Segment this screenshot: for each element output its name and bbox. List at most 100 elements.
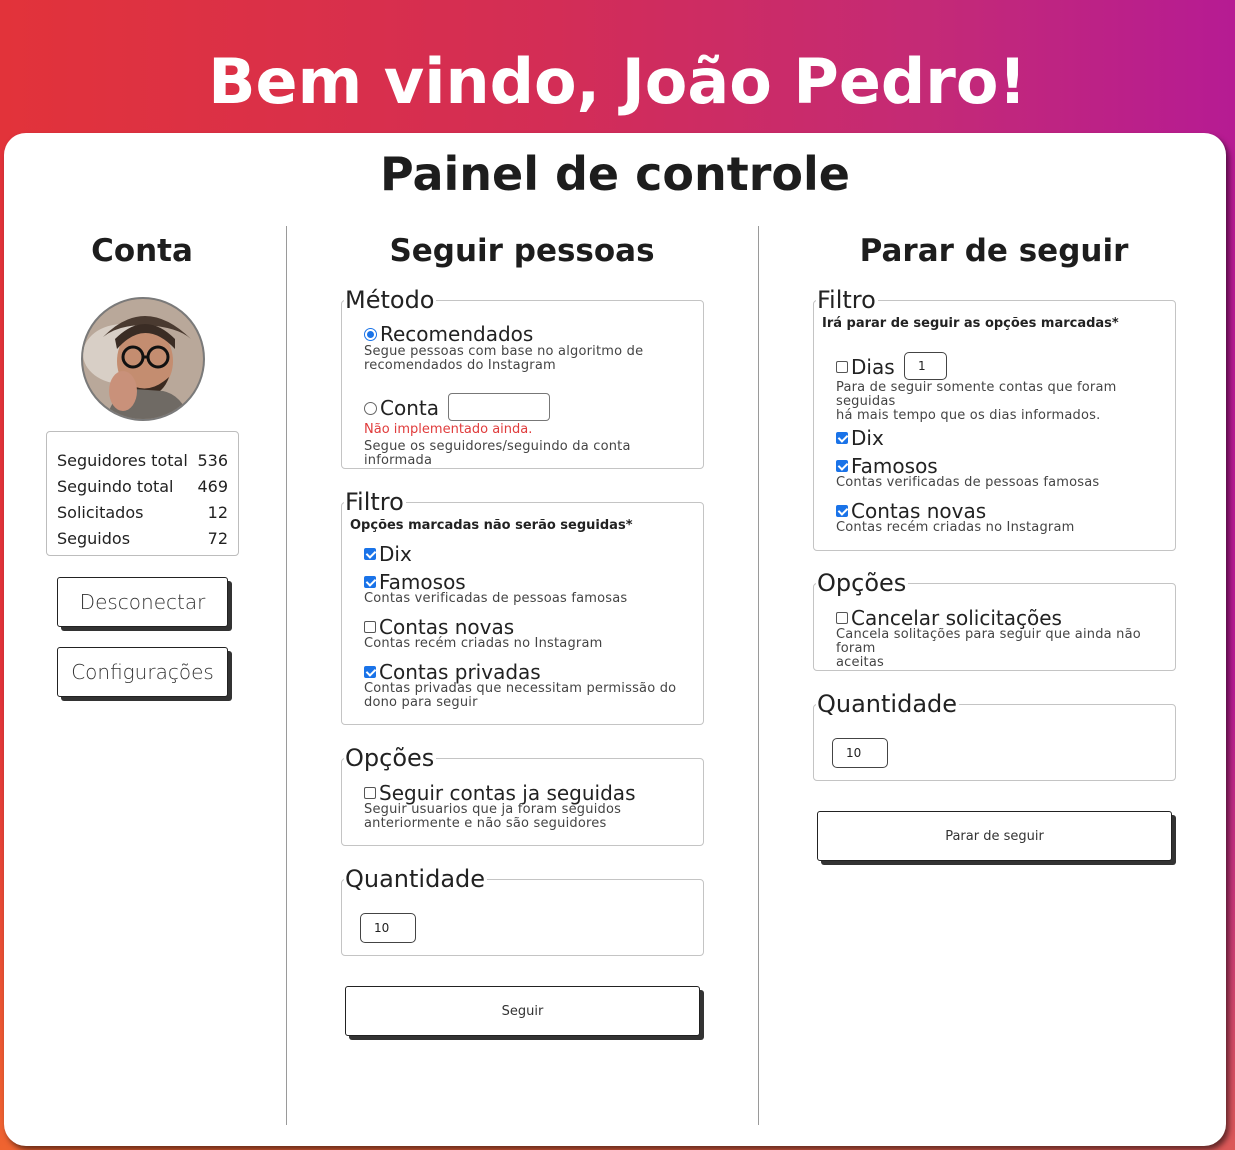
refollow-checkbox[interactable] [364, 787, 376, 799]
stat-row-followed: Seguidos 72 [57, 526, 228, 552]
recommended-radio[interactable] [364, 327, 377, 341]
unfollow-famous-option[interactable]: Famosos [836, 455, 938, 477]
follow-new-option[interactable]: Contas novas [364, 616, 514, 638]
follow-quantity-fieldset: Quantidade 10 [341, 864, 704, 956]
panel-title: Painel de controle [379, 147, 851, 201]
follow-private-option[interactable]: Contas privadas [364, 661, 541, 683]
follow-famous-label: Famosos [379, 570, 466, 594]
unfollow-new-checkbox[interactable] [836, 505, 848, 517]
description-line: dono para seguir [364, 695, 478, 710]
follow-famous-description: Contas verificadas de pessoas famosas [364, 591, 628, 606]
stat-value: 469 [197, 477, 228, 496]
column-divider-right [758, 226, 759, 1125]
refollow-description: Seguir usuarios que ja foram seguidos an… [364, 803, 621, 831]
cancel-requests-label: Cancelar solicitações [851, 606, 1062, 630]
cancel-requests-description: Cancela solitações para seguir que ainda… [836, 628, 1175, 670]
description-line: Seguir usuarios que ja foram seguidos [364, 802, 622, 817]
stat-label: Seguidores total [57, 451, 188, 470]
days-input[interactable]: 1 [904, 352, 947, 380]
avatar-image [83, 299, 203, 419]
description-line: Segue pessoas com base no algoritmo de [364, 344, 644, 359]
stat-row-followers: Seguidores total 536 [57, 448, 228, 474]
stat-label: Seguidos [57, 529, 131, 548]
description-line: Cancela solitações para seguir que ainda… [836, 627, 1141, 656]
unfollow-dix-label: Dix [851, 426, 884, 450]
days-option[interactable]: Dias [836, 356, 895, 378]
unfollow-quantity-fieldset: Quantidade 10 [813, 689, 1176, 781]
unfollow-famous-checkbox[interactable] [836, 460, 848, 472]
recommended-description: Segue pessoas com base no algoritmo de r… [364, 345, 643, 373]
account-description: Segue os seguidores/seguindo da conta in… [364, 439, 631, 468]
cancel-requests-checkbox[interactable] [836, 612, 848, 624]
follow-private-checkbox[interactable] [364, 666, 376, 678]
follow-filter-legend: Filtro [344, 487, 406, 517]
follow-new-label: Contas novas [379, 615, 515, 639]
account-input[interactable] [448, 393, 550, 421]
description-line: anteriormente e não são seguidores [364, 816, 607, 831]
unfollow-title: Parar de seguir [859, 233, 1129, 269]
follow-private-description: Contas privadas que necessitam permissão… [364, 682, 676, 710]
account-radio[interactable] [364, 401, 377, 415]
follow-private-label: Contas privadas [379, 660, 541, 684]
follow-quantity-legend: Quantidade [344, 864, 488, 894]
refollow-label: Seguir contas ja seguidas [379, 781, 636, 805]
avatar [81, 297, 205, 421]
stat-value: 536 [197, 451, 228, 470]
follow-new-description: Contas recém criadas no Instagram [364, 636, 603, 651]
recommended-label: Recomendados [380, 322, 534, 346]
cancel-requests-option[interactable]: Cancelar solicitações [836, 607, 1062, 629]
unfollow-filter-note: Irá parar de seguir as opções marcadas* [822, 316, 1119, 331]
account-option[interactable]: Conta [364, 397, 439, 419]
stat-value: 72 [207, 529, 228, 548]
unfollow-dix-checkbox[interactable] [836, 432, 848, 444]
method-fieldset: Método Recomendados Segue pessoas com ba… [341, 285, 704, 469]
recommended-option[interactable]: Recomendados [364, 323, 533, 345]
follow-options-fieldset: Opções Seguir contas ja seguidas Seguir … [341, 743, 704, 846]
unfollow-new-description: Contas recém criadas no Instagram [836, 520, 1075, 535]
follow-button[interactable]: Seguir [345, 986, 700, 1036]
unfollow-filter-legend: Filtro [816, 285, 878, 315]
account-label: Conta [380, 396, 439, 420]
days-description: Para de seguir somente contas que foram … [836, 381, 1175, 423]
follow-options-legend: Opções [344, 743, 437, 773]
unfollow-options-legend: Opções [816, 568, 909, 598]
unfollow-quantity-legend: Quantidade [816, 689, 960, 719]
stat-label: Seguindo total [57, 477, 174, 496]
follow-new-checkbox[interactable] [364, 621, 376, 633]
follow-filter-fieldset: Filtro Opções marcadas não serão seguida… [341, 487, 704, 725]
unfollow-dix-option[interactable]: Dix [836, 427, 884, 449]
stat-row-requested: Solicitados 12 [57, 500, 228, 526]
unfollow-filter-fieldset: Filtro Irá parar de seguir as opções mar… [813, 285, 1176, 551]
unfollow-new-label: Contas novas [851, 499, 987, 523]
control-panel: Painel de controle Conta Seguidores tota… [4, 133, 1226, 1146]
follow-quantity-input[interactable]: 10 [360, 913, 416, 943]
stat-value: 12 [207, 503, 228, 522]
unfollow-button[interactable]: Parar de seguir [817, 811, 1172, 861]
method-legend: Método [344, 285, 437, 315]
description-line: Contas privadas que necessitam permissão… [364, 681, 677, 696]
column-divider-left [286, 226, 287, 1125]
follow-filter-note: Opções marcadas não serão seguidas* [350, 518, 633, 533]
days-checkbox[interactable] [836, 361, 848, 373]
refollow-option[interactable]: Seguir contas ja seguidas [364, 782, 635, 804]
account-title: Conta [91, 233, 193, 269]
follow-famous-checkbox[interactable] [364, 576, 376, 588]
unfollow-famous-description: Contas verificadas de pessoas famosas [836, 475, 1100, 490]
stat-label: Solicitados [57, 503, 144, 522]
unfollow-new-option[interactable]: Contas novas [836, 500, 986, 522]
follow-dix-option[interactable]: Dix [364, 543, 412, 565]
disconnect-button[interactable]: Desconectar [57, 577, 228, 627]
description-line: recomendados do Instagram [364, 358, 556, 373]
follow-dix-label: Dix [379, 542, 412, 566]
description-line: Para de seguir somente contas que foram … [836, 380, 1117, 409]
unfollow-famous-label: Famosos [851, 454, 938, 478]
description-line: há mais tempo que os dias informados. [836, 408, 1101, 423]
settings-button[interactable]: Configurações [57, 647, 228, 697]
description-line: aceitas [836, 655, 884, 670]
unfollow-quantity-input[interactable]: 10 [832, 738, 888, 768]
not-implemented-warning: Não implementado ainda. [364, 422, 533, 437]
follow-dix-checkbox[interactable] [364, 548, 376, 560]
follow-famous-option[interactable]: Famosos [364, 571, 466, 593]
welcome-heading: Bem vindo, João Pedro! [208, 45, 1027, 118]
stat-row-following: Seguindo total 469 [57, 474, 228, 500]
